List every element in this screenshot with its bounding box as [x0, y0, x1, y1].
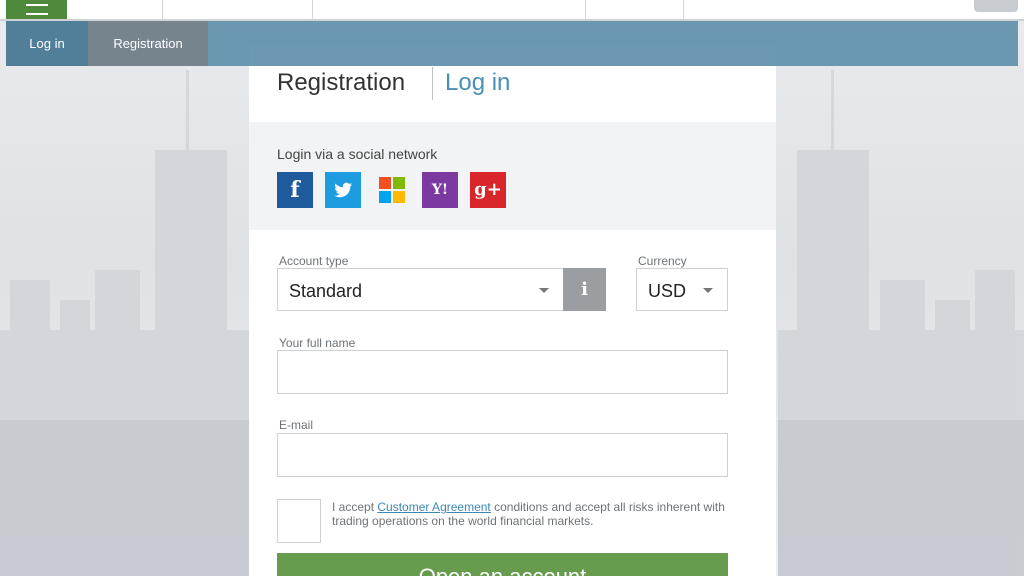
nav-divider	[312, 0, 313, 19]
agreement-prefix: I accept	[332, 500, 375, 514]
social-login-section: Login via a social network f Y! g+	[249, 122, 776, 230]
page-title: Registration	[277, 69, 406, 96]
hamburger-icon	[26, 4, 48, 6]
ms-square-blue	[379, 191, 391, 203]
user-icon[interactable]	[974, 0, 1018, 12]
chevron-down-icon	[539, 288, 549, 293]
account-info-button[interactable]: i	[563, 268, 606, 311]
chevron-down-icon	[703, 288, 713, 293]
full-name-field[interactable]	[277, 350, 728, 394]
currency-value: USD	[648, 281, 687, 301]
tab-registration[interactable]: Registration	[88, 21, 208, 66]
nav-divider	[683, 0, 684, 19]
email-label: E-mail	[279, 418, 314, 432]
menu-button[interactable]	[6, 0, 67, 19]
ms-square-yellow	[393, 191, 405, 203]
windows-live-icon[interactable]	[374, 172, 410, 208]
agreement-checkbox[interactable]	[277, 499, 321, 543]
login-link[interactable]: Log in	[445, 69, 510, 97]
yahoo-glyph: Y!	[431, 182, 449, 198]
ms-square-red	[379, 177, 391, 189]
open-account-button[interactable]: Open an account	[277, 553, 728, 576]
google-plus-glyph: g+	[474, 179, 502, 200]
customer-agreement-link[interactable]: Customer Agreement	[377, 500, 490, 514]
account-type-value: Standard	[289, 281, 363, 301]
registration-card: Registration Log in Login via a social n…	[249, 43, 776, 576]
social-login-label: Login via a social network	[277, 146, 438, 162]
hamburger-icon	[26, 13, 48, 15]
top-navigation-strip	[0, 0, 1024, 21]
tab-login[interactable]: Log in	[6, 21, 88, 66]
email-field[interactable]	[277, 433, 728, 477]
currency-select[interactable]: USD	[636, 268, 728, 311]
facebook-icon[interactable]: f	[277, 172, 313, 208]
google-plus-icon[interactable]: g+	[470, 172, 506, 208]
header-divider	[432, 67, 433, 100]
auth-tab-bar: Log in Registration	[6, 21, 1018, 66]
twitter-icon[interactable]	[325, 172, 361, 208]
nav-divider	[585, 0, 586, 19]
currency-label: Currency	[638, 254, 687, 268]
yahoo-icon[interactable]: Y!	[422, 172, 458, 208]
account-type-label: Account type	[279, 254, 349, 268]
ms-square-green	[393, 177, 405, 189]
full-name-label: Your full name	[279, 336, 356, 350]
info-icon: i	[581, 279, 588, 300]
twitter-bird-icon	[334, 182, 353, 198]
nav-divider	[162, 0, 163, 19]
agreement-text: I accept Customer Agreement conditions a…	[332, 500, 732, 528]
account-type-select[interactable]: Standard	[277, 268, 564, 311]
facebook-glyph: f	[290, 177, 300, 203]
